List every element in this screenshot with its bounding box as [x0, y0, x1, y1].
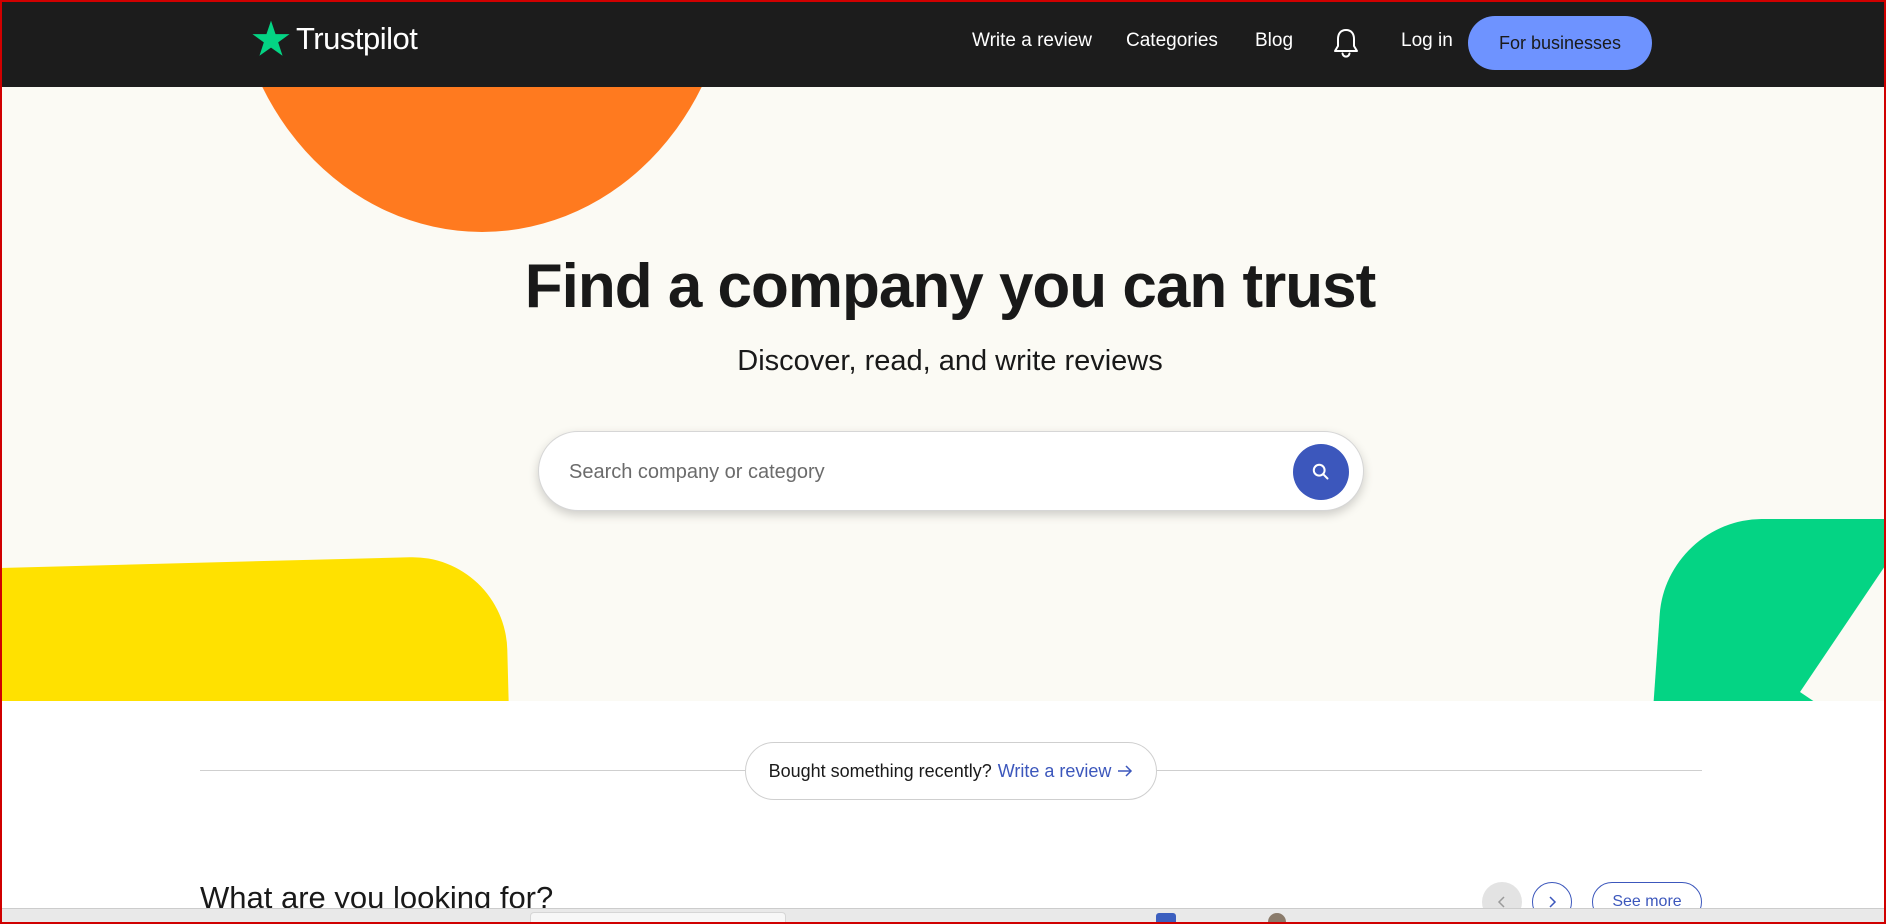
decorative-orange-shape — [232, 87, 732, 232]
chevron-left-icon — [1497, 896, 1505, 908]
search-input[interactable] — [569, 452, 1269, 492]
nav-blog-link[interactable]: Blog — [1255, 30, 1293, 52]
bought-text: Bought something recently? — [768, 760, 992, 781]
nav-categories-link[interactable]: Categories — [1126, 30, 1218, 52]
search-button[interactable] — [1293, 444, 1349, 500]
bell-icon[interactable] — [1332, 27, 1360, 59]
search-icon — [1312, 463, 1329, 480]
write-review-link[interactable]: Write a review — [998, 761, 1134, 782]
bottom-strip — [0, 908, 1886, 924]
bottom-tab-icon — [1156, 913, 1176, 924]
hero-subtitle: Discover, read, and write reviews — [737, 345, 1163, 377]
decorative-yellow-shape — [0, 554, 511, 701]
trustpilot-logo[interactable]: Trustpilot — [250, 18, 418, 60]
arrow-right-icon — [1118, 765, 1133, 777]
for-businesses-button[interactable]: For businesses — [1468, 16, 1652, 70]
hero-title: Find a company you can trust — [524, 252, 1376, 321]
divider-right — [1157, 770, 1702, 771]
write-review-link-label: Write a review — [997, 760, 1112, 781]
bought-something-banner: Bought something recently? Write a revie… — [745, 742, 1157, 800]
bottom-avatar — [1268, 913, 1286, 924]
chevron-right-icon — [1549, 896, 1557, 908]
search-bar — [538, 431, 1364, 511]
nav-login-link[interactable]: Log in — [1401, 30, 1453, 52]
hero-section: Find a company you can trust Discover, r… — [0, 87, 1886, 701]
logo-text: Trustpilot — [296, 21, 418, 56]
star-logo-icon — [252, 20, 290, 56]
bottom-tab — [530, 912, 786, 924]
nav-write-review-link[interactable]: Write a review — [972, 30, 1092, 52]
top-navigation: Trustpilot Write a review Categories Blo… — [0, 0, 1886, 87]
divider-left — [200, 770, 745, 771]
